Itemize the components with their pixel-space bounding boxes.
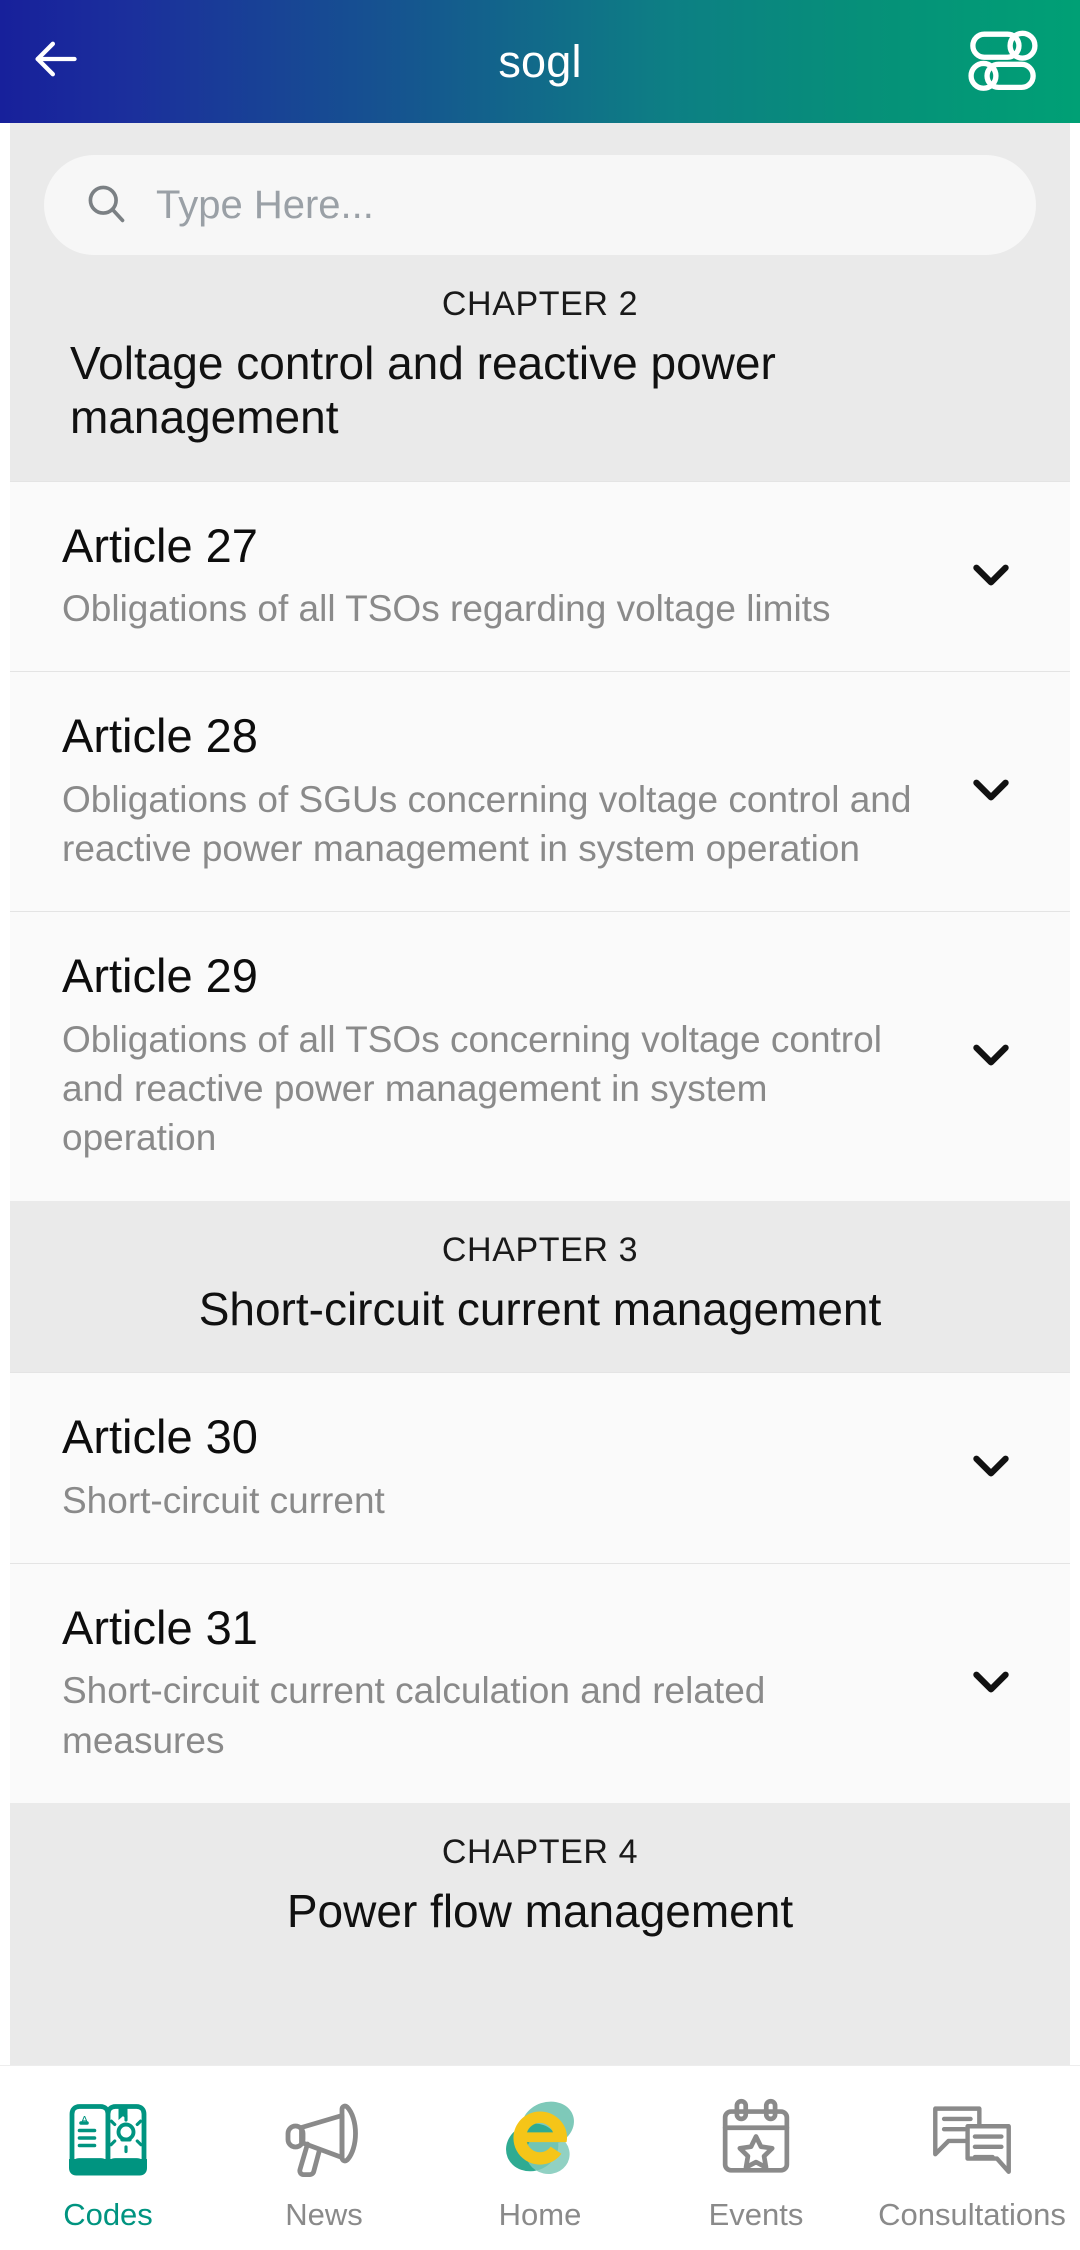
expand-toggle[interactable]	[956, 1029, 1026, 1084]
book-lightbulb-icon: A	[60, 2087, 156, 2189]
article-row[interactable]: Article 30 Short-circuit current	[10, 1371, 1070, 1563]
chevron-down-icon	[966, 1029, 1016, 1084]
nav-item-consultations[interactable]: Consultations	[864, 2066, 1080, 2250]
article-title: Article 27	[62, 518, 258, 572]
expand-toggle[interactable]	[956, 549, 1026, 604]
article-title: Article 31	[62, 1600, 258, 1654]
back-button[interactable]	[0, 0, 110, 123]
expand-toggle[interactable]	[956, 1656, 1026, 1711]
article-subtitle: Obligations of all TSOs regarding voltag…	[62, 588, 831, 630]
article-subtitle: Obligations of all TSOs concerning volta…	[62, 1019, 882, 1159]
content-scroll-area[interactable]: CHAPTER 2 Voltage control and reactive p…	[0, 123, 1080, 2065]
article-row[interactable]: Article 28 Obligations of SGUs concernin…	[10, 671, 1070, 912]
article-text: Article 30 Short-circuit current	[62, 1409, 956, 1525]
nav-item-home[interactable]: Home	[432, 2066, 648, 2250]
article-text: Article 29 Obligations of all TSOs conce…	[62, 950, 956, 1162]
chat-bubbles-icon	[925, 2087, 1019, 2189]
chapter-title: Power flow management	[286, 1884, 794, 1937]
article-row[interactable]: Article 27 Obligations of all TSOs regar…	[10, 480, 1070, 672]
search-icon	[84, 181, 128, 230]
app-header: sogl	[0, 0, 1080, 123]
nav-item-events[interactable]: Events	[648, 2066, 864, 2250]
article-text: Article 27 Obligations of all TSOs regar…	[62, 518, 956, 634]
arrow-left-icon	[29, 33, 81, 90]
article-title: Article 30	[62, 1409, 258, 1463]
entsoe-e-logo-icon	[490, 2087, 590, 2189]
nav-item-news[interactable]: News	[216, 2066, 432, 2250]
search-zone	[10, 123, 1070, 255]
chapter-title: Short-circuit current management	[198, 1282, 882, 1335]
chevron-down-icon	[966, 764, 1016, 819]
app-screen: sogl Type Here... CHAPTER 2 Voltage cont…	[0, 0, 1080, 2250]
bottom-navigation: A Codes News Home Events Consultations	[0, 2065, 1080, 2250]
chapter-header: CHAPTER 4 Power flow management	[10, 1802, 1070, 2065]
article-row[interactable]: Article 31 Short-circuit current calcula…	[10, 1562, 1070, 1803]
nav-label: Events	[708, 2196, 804, 2232]
nav-item-codes[interactable]: A Codes	[0, 2066, 216, 2250]
article-subtitle: Short-circuit current calculation and re…	[62, 1670, 766, 1761]
svg-text:A: A	[81, 2114, 88, 2126]
article-title: Article 29	[62, 949, 258, 1003]
chevron-down-icon	[966, 1656, 1016, 1711]
filter-button[interactable]	[964, 0, 1042, 123]
search-input[interactable]	[156, 182, 996, 228]
nav-label: Codes	[63, 2196, 153, 2232]
article-subtitle: Obligations of SGUs concerning voltage c…	[62, 778, 912, 870]
article-text: Article 31 Short-circuit current calcula…	[62, 1600, 956, 1765]
article-title: Article 28	[62, 709, 258, 763]
chapter-header: CHAPTER 2 Voltage control and reactive p…	[10, 255, 1070, 481]
nav-label: News	[285, 2196, 363, 2232]
chapter-eyebrow: CHAPTER 3	[441, 1230, 639, 1269]
chapter-eyebrow: CHAPTER 4	[441, 1832, 639, 1871]
chevron-down-icon	[966, 1440, 1016, 1495]
expand-toggle[interactable]	[956, 1440, 1026, 1495]
content-card: CHAPTER 2 Voltage control and reactive p…	[10, 123, 1070, 2065]
search-bar[interactable]	[44, 155, 1036, 255]
chapter-eyebrow: CHAPTER 2	[441, 285, 639, 323]
megaphone-icon	[276, 2087, 372, 2189]
article-text: Article 28 Obligations of SGUs concernin…	[62, 710, 956, 873]
article-row[interactable]: Article 29 Obligations of all TSOs conce…	[10, 911, 1070, 1201]
nav-label: Consultations	[878, 2196, 1066, 2232]
article-subtitle: Short-circuit current	[62, 1479, 385, 1521]
expand-toggle[interactable]	[956, 764, 1026, 819]
page-title: sogl	[498, 35, 582, 87]
calendar-star-icon	[709, 2087, 803, 2189]
chapter-header: CHAPTER 3 Short-circuit current manageme…	[10, 1200, 1070, 1372]
filter-sliders-icon	[964, 20, 1042, 103]
nav-label: Home	[498, 2196, 582, 2232]
chapter-title: Voltage control and reactive power manag…	[70, 337, 776, 444]
chevron-down-icon	[966, 549, 1016, 604]
